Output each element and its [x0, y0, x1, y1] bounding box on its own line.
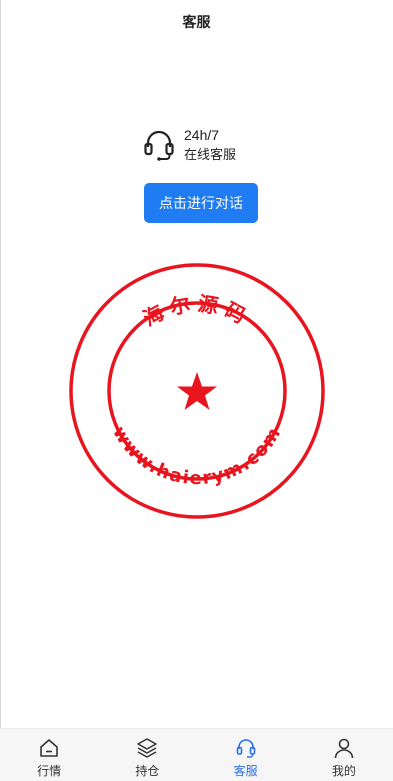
- bottom-tab-bar: 行情 持仓 客服 我的: [0, 728, 393, 781]
- tab-profile-label: 我的: [331, 764, 356, 778]
- left-divider: [0, 0, 1, 781]
- tab-customer-service-label: 客服: [233, 764, 258, 778]
- home-icon: [40, 739, 58, 757]
- service-info: 24h/7 在线客服: [142, 126, 236, 164]
- top-header: 客服: [0, 0, 393, 44]
- tab-customer-service[interactable]: 客服: [197, 729, 295, 781]
- layers-icon: [137, 738, 158, 758]
- service-hours: 24h/7: [184, 127, 220, 143]
- service-label: 在线客服: [184, 147, 237, 162]
- seal-top-text: 海尔源码: [139, 291, 255, 331]
- seal-bottom-text: www.haierym.com: [108, 423, 286, 489]
- page-title: 客服: [182, 14, 211, 30]
- start-chat-button[interactable]: 点击进行对话: [144, 183, 258, 223]
- service-text: 24h/7 在线客服: [184, 126, 236, 164]
- tab-profile[interactable]: 我的: [295, 729, 393, 781]
- tab-market-label: 行情: [37, 764, 62, 778]
- tab-holdings[interactable]: 持仓: [98, 729, 196, 781]
- headset-icon: [144, 130, 174, 161]
- headset-icon: [236, 739, 255, 758]
- seal-star-icon: [177, 372, 217, 410]
- company-seal: 海尔源码 www.haierym.com: [69, 263, 325, 519]
- user-icon: [334, 738, 354, 759]
- tab-holdings-label: 持仓: [135, 764, 160, 778]
- tab-market[interactable]: 行情: [0, 729, 98, 781]
